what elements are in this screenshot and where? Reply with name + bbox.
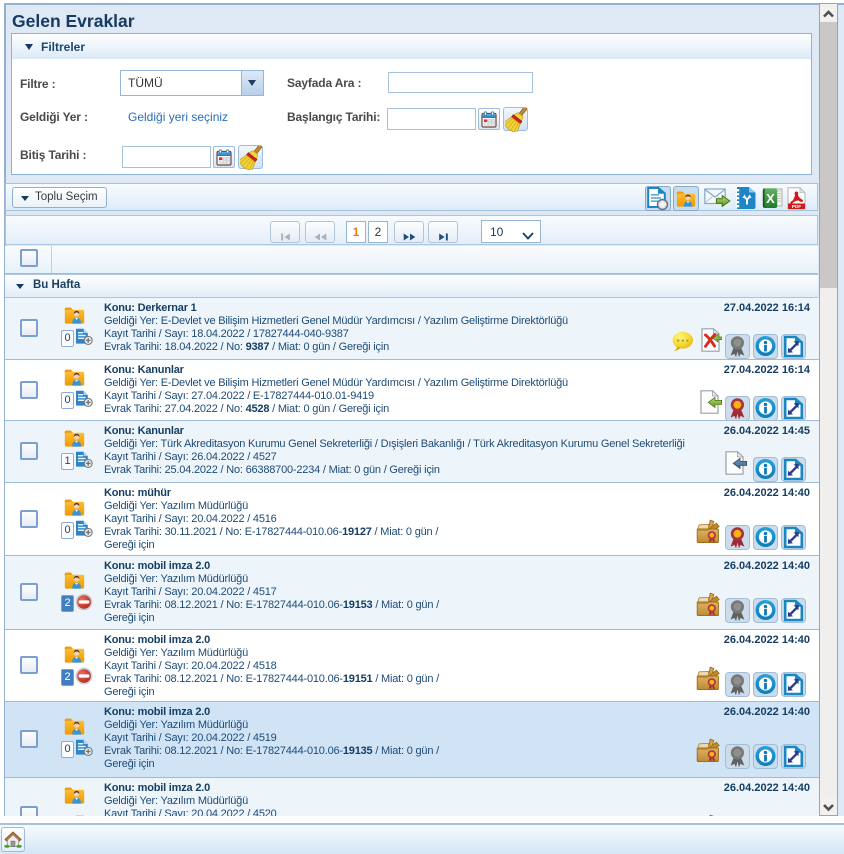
svg-text:PDF: PDF: [792, 204, 801, 209]
svg-text:X: X: [766, 191, 775, 206]
